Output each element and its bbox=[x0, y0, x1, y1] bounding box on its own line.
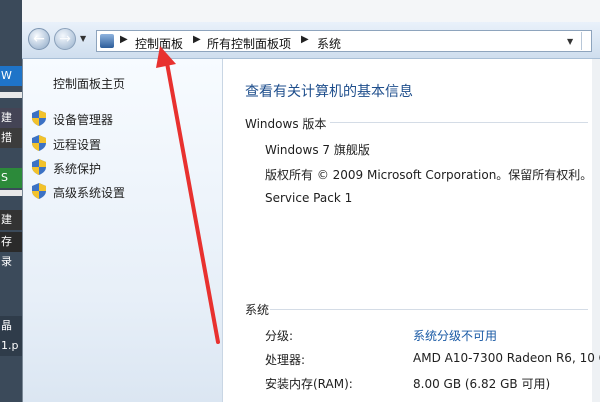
breadcrumb-control-panel[interactable]: 控制面板 bbox=[135, 35, 183, 52]
desktop-fragment: 1.p bbox=[0, 336, 22, 356]
control-panel-icon bbox=[100, 34, 114, 48]
recent-pages-dropdown-icon[interactable]: ▼ bbox=[80, 34, 86, 43]
shield-icon bbox=[32, 183, 46, 199]
processor-value: AMD A10-7300 Radeon R6, 10 C bbox=[413, 351, 600, 365]
shield-icon bbox=[32, 159, 46, 175]
back-arrow-icon: ← bbox=[33, 31, 45, 47]
forward-arrow-icon: → bbox=[59, 31, 71, 47]
desktop-fragment: 晶示 bbox=[0, 316, 22, 352]
desktop-fragment: W bbox=[0, 66, 22, 86]
system-heading: 系统 bbox=[245, 303, 270, 317]
shield-icon bbox=[32, 135, 46, 151]
page-title: 查看有关计算机的基本信息 bbox=[245, 84, 413, 100]
sidebar-item-advanced-system-settings[interactable]: 高级系统设置 bbox=[53, 184, 125, 201]
desktop-divider bbox=[0, 190, 22, 196]
sidebar-item-system-protection[interactable]: 系统保护 bbox=[53, 160, 101, 177]
breadcrumb-separator-icon[interactable]: ▶ bbox=[301, 34, 309, 45]
processor-label: 处理器: bbox=[265, 353, 306, 367]
desktop-fragment: 建 × bbox=[0, 210, 22, 246]
background-desktop-strip: W 建 措 S 建 × 存录 晶示 1.p bbox=[0, 0, 22, 402]
desktop-divider bbox=[0, 92, 22, 98]
ram-label: 安装内存(RAM): bbox=[265, 377, 353, 391]
windows-edition-value: Windows 7 旗舰版 bbox=[265, 143, 370, 157]
background-title-strip bbox=[0, 0, 600, 22]
rating-label: 分级: bbox=[265, 329, 294, 343]
forward-button[interactable]: → bbox=[54, 28, 76, 50]
copyright-text: 版权所有 © 2009 Microsoft Corporation。保留所有权利… bbox=[265, 168, 593, 182]
address-dropdown-icon[interactable]: ▼ bbox=[567, 37, 573, 46]
shield-icon bbox=[32, 110, 46, 126]
breadcrumb-system[interactable]: 系统 bbox=[317, 35, 341, 52]
desktop-fragment: 存录 bbox=[0, 232, 22, 268]
breadcrumb-separator-icon[interactable]: ▶ bbox=[120, 34, 128, 45]
breadcrumb-separator-icon[interactable]: ▶ bbox=[193, 34, 201, 45]
windows-edition-heading: Windows 版本 bbox=[245, 117, 327, 131]
ram-value: 8.00 GB (6.82 GB 可用) bbox=[413, 377, 551, 391]
sidebar-item-remote-settings[interactable]: 远程设置 bbox=[53, 136, 101, 153]
sidebar-item-device-manager[interactable]: 设备管理器 bbox=[53, 111, 113, 128]
control-panel-home-link[interactable]: 控制面板主页 bbox=[53, 75, 125, 92]
breadcrumb-all-items[interactable]: 所有控制面板项 bbox=[207, 35, 291, 52]
desktop-fragment: 措 bbox=[0, 128, 22, 148]
rating-link[interactable]: 系统分级不可用 bbox=[413, 327, 497, 344]
service-pack-value: Service Pack 1 bbox=[265, 191, 353, 205]
desktop-fragment: 建 bbox=[0, 108, 22, 128]
section-divider bbox=[330, 122, 588, 123]
section-divider bbox=[270, 309, 588, 310]
desktop-fragment: S bbox=[0, 168, 22, 188]
back-button[interactable]: ← bbox=[28, 28, 50, 50]
address-divider bbox=[581, 32, 582, 50]
address-box[interactable]: ▶ 控制面板 ▶ 所有控制面板项 ▶ 系统 ▼ bbox=[96, 30, 592, 52]
